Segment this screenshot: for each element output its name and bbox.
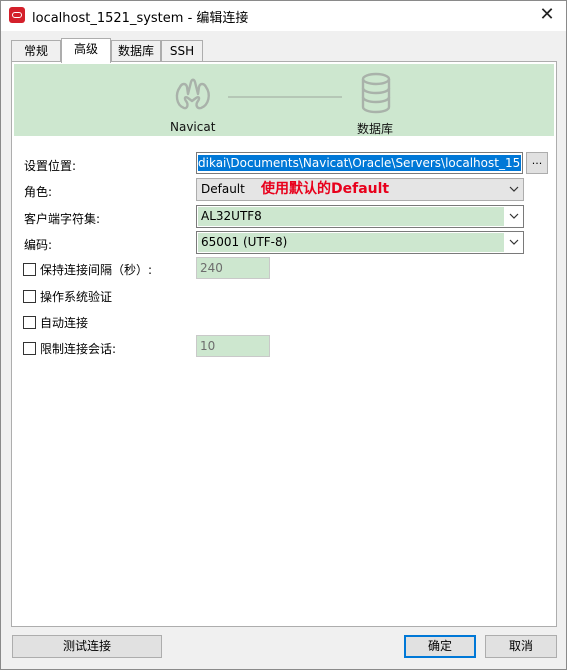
- encoding-value: 65001 (UTF-8): [198, 233, 504, 252]
- keepalive-checkbox[interactable]: 保持连接间隔（秒）:: [23, 261, 152, 278]
- close-button[interactable]: ✕: [536, 5, 558, 27]
- ok-button[interactable]: 确定: [404, 635, 476, 658]
- oracle-app-icon: [9, 7, 25, 23]
- checkbox-icon: [23, 342, 36, 355]
- chevron-down-icon: [509, 186, 519, 192]
- navicat-label: Navicat: [170, 120, 216, 134]
- tab-general[interactable]: 常规: [11, 40, 61, 62]
- chevron-down-icon: [509, 239, 519, 245]
- tab-advanced[interactable]: 高级: [61, 38, 111, 63]
- navicat-logo-icon: [175, 78, 210, 110]
- session-limit-input[interactable]: 10: [196, 335, 270, 357]
- checkbox-icon: [23, 263, 36, 276]
- close-icon: ✕: [539, 4, 555, 25]
- tab-ssh[interactable]: SSH: [161, 40, 203, 62]
- advanced-panel: Navicat 数据库 设置位置: dikai\Documents\Navica…: [11, 61, 557, 627]
- connection-line: [228, 96, 342, 98]
- os-auth-label: 操作系统验证: [40, 290, 113, 304]
- auto-connect-label: 自动连接: [40, 316, 89, 330]
- charset-label: 客户端字符集:: [24, 212, 101, 226]
- cancel-button[interactable]: 取消: [485, 635, 557, 658]
- limit-sessions-checkbox[interactable]: 限制连接会话:: [23, 340, 116, 357]
- auto-connect-checkbox[interactable]: 自动连接: [23, 314, 88, 331]
- keepalive-interval-input[interactable]: 240: [196, 257, 270, 279]
- title-bar[interactable]: localhost_1521_system - 编辑连接 ✕: [1, 1, 566, 31]
- encoding-select[interactable]: 65001 (UTF-8): [196, 231, 524, 254]
- connection-banner: Navicat 数据库: [14, 64, 554, 136]
- tab-databases[interactable]: 数据库: [111, 40, 161, 62]
- role-annotation: 使用默认的Default: [261, 181, 390, 197]
- settings-location-value: dikai\Documents\Navicat\Oracle\Servers\l…: [198, 155, 523, 171]
- database-label: 数据库: [357, 122, 394, 136]
- chevron-down-icon: [509, 213, 519, 219]
- checkbox-icon: [23, 316, 36, 329]
- edit-connection-window: localhost_1521_system - 编辑连接 ✕ 常规 高级 数据库…: [0, 0, 567, 670]
- charset-value: AL32UTF8: [198, 207, 504, 226]
- encoding-label: 编码:: [24, 238, 53, 252]
- os-auth-checkbox[interactable]: 操作系统验证: [23, 288, 112, 305]
- checkbox-icon: [23, 290, 36, 303]
- settings-location-field[interactable]: dikai\Documents\Navicat\Oracle\Servers\l…: [196, 152, 523, 174]
- role-select[interactable]: Default 使用默认的Default: [196, 178, 524, 201]
- keepalive-label: 保持连接间隔（秒）:: [40, 263, 153, 277]
- window-title: localhost_1521_system - 编辑连接: [32, 11, 249, 26]
- limit-sessions-label: 限制连接会话:: [40, 342, 117, 356]
- charset-select[interactable]: AL32UTF8: [196, 205, 524, 228]
- role-label: 角色:: [24, 185, 53, 199]
- test-connection-button[interactable]: 测试连接: [12, 635, 162, 658]
- database-icon: [361, 72, 391, 114]
- browse-button[interactable]: ...: [526, 152, 548, 174]
- settings-location-label: 设置位置:: [24, 159, 77, 173]
